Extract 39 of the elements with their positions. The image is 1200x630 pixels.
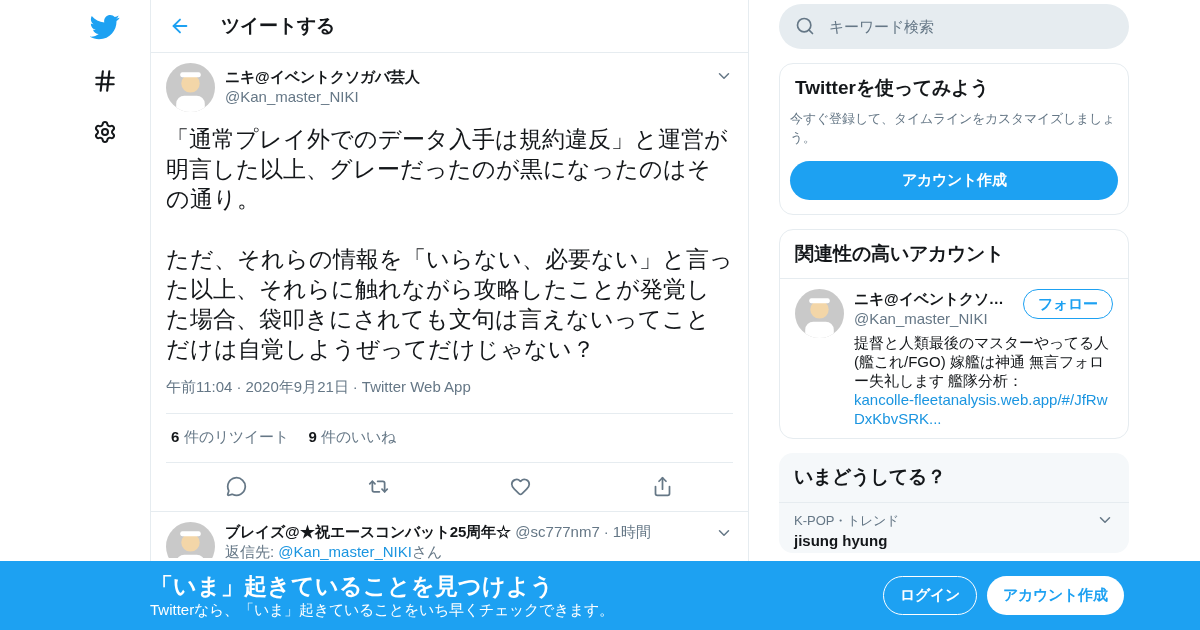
- reply-to-text: 返信先: @Kan_master_NIKIさん: [225, 541, 443, 562]
- bio-link[interactable]: kancolle-fleetanalysis.web.app/#/JfRwDxKbvSRK...: [854, 390, 1113, 428]
- tweet-text: ただ、それらの情報を「いらない、必要ない」と言った以上、それらに触れながら攻略したことが発覚した場合、袋叩きにされても文句は言えないってことだけは自覚しようぜってだけじゃない？: [166, 245, 733, 364]
- tweet-meta[interactable]: Twitter Web App: [361, 376, 471, 399]
- card-title: 関連性の高いアカウント: [780, 229, 1128, 279]
- reply-icon[interactable]: [226, 476, 248, 497]
- card-title: いまどうしてる？: [779, 453, 1129, 503]
- dot-separator: ·: [236, 377, 242, 397]
- banner-title: 「いま」起きていることを見つけよう: [150, 571, 555, 600]
- card-text: 今すぐ登録して、タイムラインをカスタマイズしましょう。: [790, 109, 1116, 147]
- banner-subtitle: Twitterなら、「いま」起きていることをいち早くチェックできます。: [150, 599, 615, 620]
- hashtag-icon[interactable]: [92, 68, 118, 94]
- stat-link[interactable]: 6 件のリツイート: [171, 426, 289, 449]
- page-title: ツイートする: [221, 13, 335, 38]
- reply-time[interactable]: 1時間: [612, 521, 652, 542]
- search-field[interactable]: キーワード検索: [779, 4, 1129, 49]
- settings-icon[interactable]: [93, 120, 117, 144]
- mention-link[interactable]: @Kan_master_NIKI: [278, 542, 412, 560]
- tweet-text: 「通常プレイ外でのデータ入手は規約違反」と運営が明言した以上、グレーだったのが黒になったのはその通り。: [166, 125, 729, 214]
- card-title: Twitterを使ってみよう: [794, 76, 990, 100]
- trend-context: K-POP・トレンド: [794, 511, 900, 530]
- dot-separator: ·: [603, 521, 609, 542]
- user-name[interactable]: ニキ@イベントクソ…: [854, 289, 1004, 309]
- dot-separator: ·: [352, 377, 358, 397]
- user-name[interactable]: ニキ@イベントクソガバ芸人: [225, 67, 705, 87]
- user-bio: 提督と人類最後のマスターやってる人(艦これ/FGO) 嫁艦は神通 無言フォロー失礼します 艦隊分析：: [854, 333, 1110, 390]
- bird-logo-icon[interactable]: [90, 12, 120, 42]
- user-handle[interactable]: @Kan_master_NIKI: [225, 87, 705, 107]
- tweet-meta: 2020年9月21日: [245, 377, 349, 397]
- like-icon[interactable]: [509, 476, 531, 497]
- user-handle[interactable]: @sc777nm7: [515, 521, 600, 542]
- tweet-meta: 午前11:04: [166, 377, 233, 397]
- user-name[interactable]: ブレイズ@★祝エースコンバット25周年☆: [225, 521, 512, 542]
- user-handle[interactable]: @Kan_master_NIKI: [854, 309, 1004, 329]
- search-icon: [795, 16, 815, 36]
- create-account-button[interactable]: アカウント作成: [987, 576, 1124, 615]
- stat-link[interactable]: 9 件のいいね: [308, 426, 397, 449]
- create-account-button[interactable]: アカウント作成: [790, 160, 1118, 200]
- trend-name[interactable]: jisung hyung: [794, 530, 900, 553]
